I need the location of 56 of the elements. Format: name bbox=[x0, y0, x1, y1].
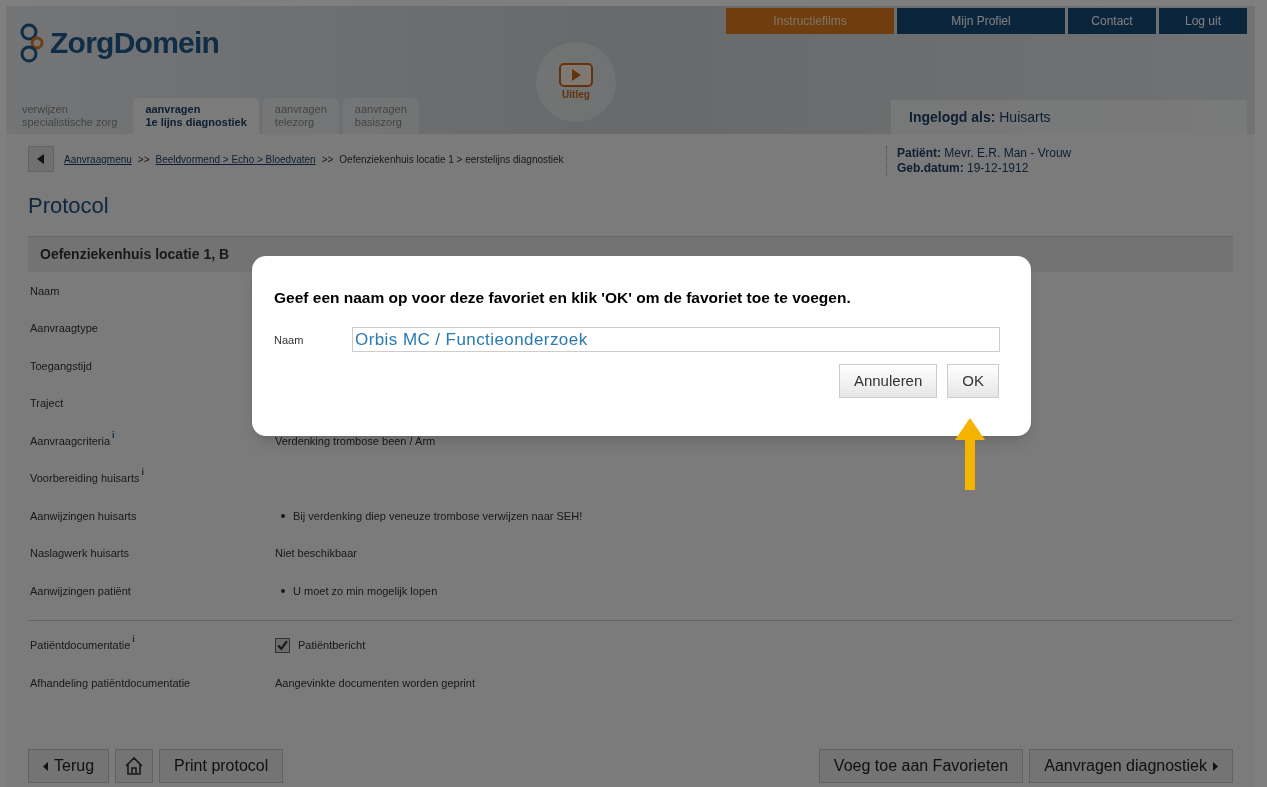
tab[interactable]: aanvragen 1e lijns diagnostiek bbox=[133, 98, 259, 134]
field-label: Naslagwerk huisarts bbox=[30, 546, 130, 561]
bullet-icon bbox=[281, 588, 285, 593]
breadcrumb-link[interactable]: Aanvraagmenu bbox=[64, 151, 132, 167]
name-input-field[interactable]: Orbis MC / Functieonderzoek bbox=[352, 327, 1000, 353]
page-title: Protocol bbox=[28, 192, 110, 220]
section-title: Oefenziekenhuis locatie 1, B bbox=[40, 245, 230, 264]
field-label: Aanwijzingen patiënt bbox=[30, 583, 131, 599]
field-value: Aangevinkte documenten worden geprint bbox=[275, 675, 475, 691]
caret-icon bbox=[43, 761, 48, 771]
breadcrumb-current: Oefenziekenhuis locatie 1 > eerstelijns diagnostiek bbox=[339, 152, 564, 167]
home-button[interactable] bbox=[115, 749, 154, 783]
home-icon bbox=[124, 756, 145, 776]
field-label: Voorbereiding huisarts bbox=[30, 471, 140, 486]
field-label: Aanvraagcriteria bbox=[30, 433, 111, 449]
info-icon[interactable]: i bbox=[132, 633, 135, 647]
field-label: Patiëntdocumentatie bbox=[30, 638, 131, 653]
bullet-icon bbox=[281, 513, 285, 518]
field-label: Aanvraagtype bbox=[30, 321, 98, 336]
nav-link[interactable]: Contact bbox=[1068, 8, 1156, 34]
logged-in-text: Ingelogd als: Huisarts bbox=[909, 107, 1051, 127]
dialog-button[interactable]: OK bbox=[947, 364, 999, 399]
play-icon bbox=[559, 62, 593, 87]
logo-text: ZorgDomein bbox=[50, 25, 220, 61]
field-value: Niet beschikbaar bbox=[275, 546, 357, 561]
patient-birthdate: Geb.datum: 19-12-1912 bbox=[897, 161, 1030, 176]
field-label: Toegangstijd bbox=[30, 358, 92, 374]
logo-icon bbox=[20, 22, 46, 63]
info-icon[interactable]: i bbox=[141, 466, 144, 480]
checkbox[interactable] bbox=[275, 637, 290, 653]
info-icon[interactable]: i bbox=[112, 428, 115, 442]
field-value: Verdenking trombose been / Arm bbox=[275, 433, 436, 449]
patient-name: Patiënt: Mevr. E.R. Man - Vrouw bbox=[897, 146, 1072, 161]
dialog-message: Geef een naam op voor deze favoriet en klik 'OK' om de favoriet toe te voegen. bbox=[274, 288, 852, 308]
checkbox-label: Patiëntbericht bbox=[298, 638, 366, 653]
field-label: Naam bbox=[30, 283, 60, 299]
caret-icon bbox=[37, 154, 45, 164]
nav-link[interactable]: Log uit bbox=[1159, 8, 1247, 34]
field-value: Bij verdenking diep veneuze trombose verwijzen naar SEH! bbox=[293, 508, 583, 524]
footer-button[interactable]: Aanvragen diagnostiek bbox=[1029, 749, 1233, 783]
back-button[interactable] bbox=[28, 146, 54, 172]
dialog-button[interactable]: Annuleren bbox=[838, 364, 938, 399]
caret-icon bbox=[1213, 761, 1218, 771]
name-label: Naam bbox=[274, 332, 305, 348]
footer-button[interactable]: Print protocol bbox=[159, 749, 284, 783]
field-label: Aanwijzingen huisarts bbox=[30, 508, 137, 524]
breadcrumb-separator: >> bbox=[137, 152, 150, 167]
footer-button[interactable]: Terug bbox=[28, 749, 110, 783]
footer-button[interactable]: Voeg toe aan Favorieten bbox=[818, 749, 1024, 783]
nav-link[interactable]: Mijn Profiel bbox=[897, 8, 1065, 34]
pointer-arrow bbox=[955, 418, 985, 490]
breadcrumb-link[interactable]: Beeldvormend > Echo > Bloedvaten bbox=[155, 151, 316, 167]
field-label: Traject bbox=[30, 396, 64, 411]
breadcrumb-separator: >> bbox=[321, 152, 334, 167]
field-label: Afhandeling patiëntdocumentatie bbox=[30, 675, 191, 691]
field-value: U moet zo min mogelijk lopen bbox=[293, 583, 438, 599]
